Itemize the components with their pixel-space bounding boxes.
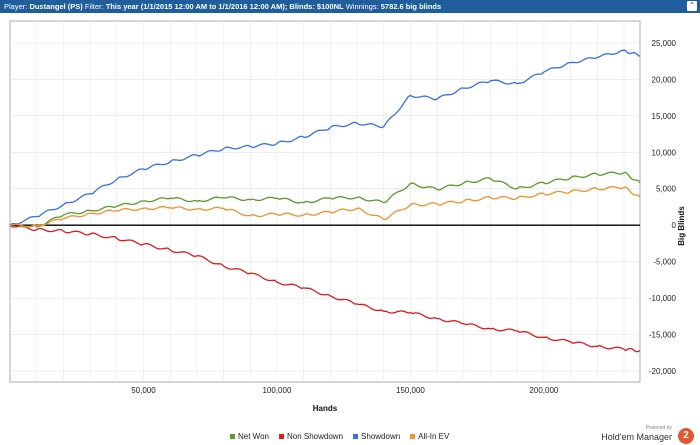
- player-name: Dustangel (PS): [29, 2, 83, 11]
- x-tick-label: 50,000: [131, 386, 156, 395]
- legend-item[interactable]: Net Won: [230, 432, 269, 441]
- winnings-label: Winnings:: [345, 2, 379, 11]
- y-tick-label: -20,000: [649, 367, 677, 376]
- hem2-logo-icon: 2: [678, 428, 694, 444]
- legend-swatch: [230, 434, 235, 439]
- y-tick-label: 5,000: [656, 185, 677, 194]
- y-tick-label: -10,000: [649, 294, 677, 303]
- y-tick-label: 20,000: [652, 75, 677, 84]
- y-axis-label: Big Blinds: [677, 206, 686, 246]
- legend-swatch: [278, 434, 284, 439]
- legend-label: All-In EV: [418, 432, 450, 441]
- y-tick-label: -5,000: [653, 258, 676, 267]
- x-tick-label: 100,000: [262, 386, 291, 395]
- legend-item[interactable]: All-In EV: [410, 432, 449, 441]
- brand-name: Hold'em Manager: [601, 432, 672, 442]
- legend-label: Net Won: [238, 432, 269, 441]
- winnings-value: 5782.6 big blinds: [380, 2, 442, 11]
- x-tick-label: 150,000: [396, 386, 425, 395]
- collapse-icon[interactable]: ⌃: [687, 1, 697, 11]
- brand: Powered by Hold'em Manager 2: [601, 425, 696, 445]
- legend-swatch: [410, 434, 416, 439]
- filter-text: This year (1/1/2015 12:00 AM to 1/1/2016…: [105, 2, 344, 11]
- y-tick-label: 15,000: [652, 112, 677, 121]
- chart-header: Player: Dustangel (PS) Filter: This year…: [0, 0, 700, 13]
- chart-footer: Net Won Non Showdown Showdown All-In EV Pow…: [0, 425, 700, 445]
- y-tick-label: 25,000: [652, 39, 677, 48]
- x-tick-label: 200,000: [529, 386, 558, 395]
- x-axis-label: Hands: [313, 404, 338, 413]
- legend-swatch: [353, 434, 359, 439]
- legend-label: Non Showdown: [286, 432, 344, 441]
- y-tick-label: 0: [672, 221, 677, 230]
- powered-by-text: Powered by: [645, 425, 672, 431]
- winnings-graph: 25,000 20,000 15,000 10,000 5,000 0 -5,000 -10,…: [9, 20, 686, 413]
- legend-item[interactable]: Showdown: [353, 432, 400, 441]
- legend-label: Showdown: [361, 432, 401, 441]
- plot-area: [9, 20, 641, 383]
- y-tick-label: 10,000: [652, 148, 677, 157]
- filter-label: Filter:: [84, 2, 104, 11]
- legend-item[interactable]: Non Showdown: [278, 432, 344, 441]
- player-label: Player:: [4, 2, 28, 11]
- legend: Net Won Non Showdown Showdown All-In EV: [230, 432, 459, 441]
- grid: [9, 20, 641, 383]
- y-tick-label: -15,000: [649, 331, 677, 340]
